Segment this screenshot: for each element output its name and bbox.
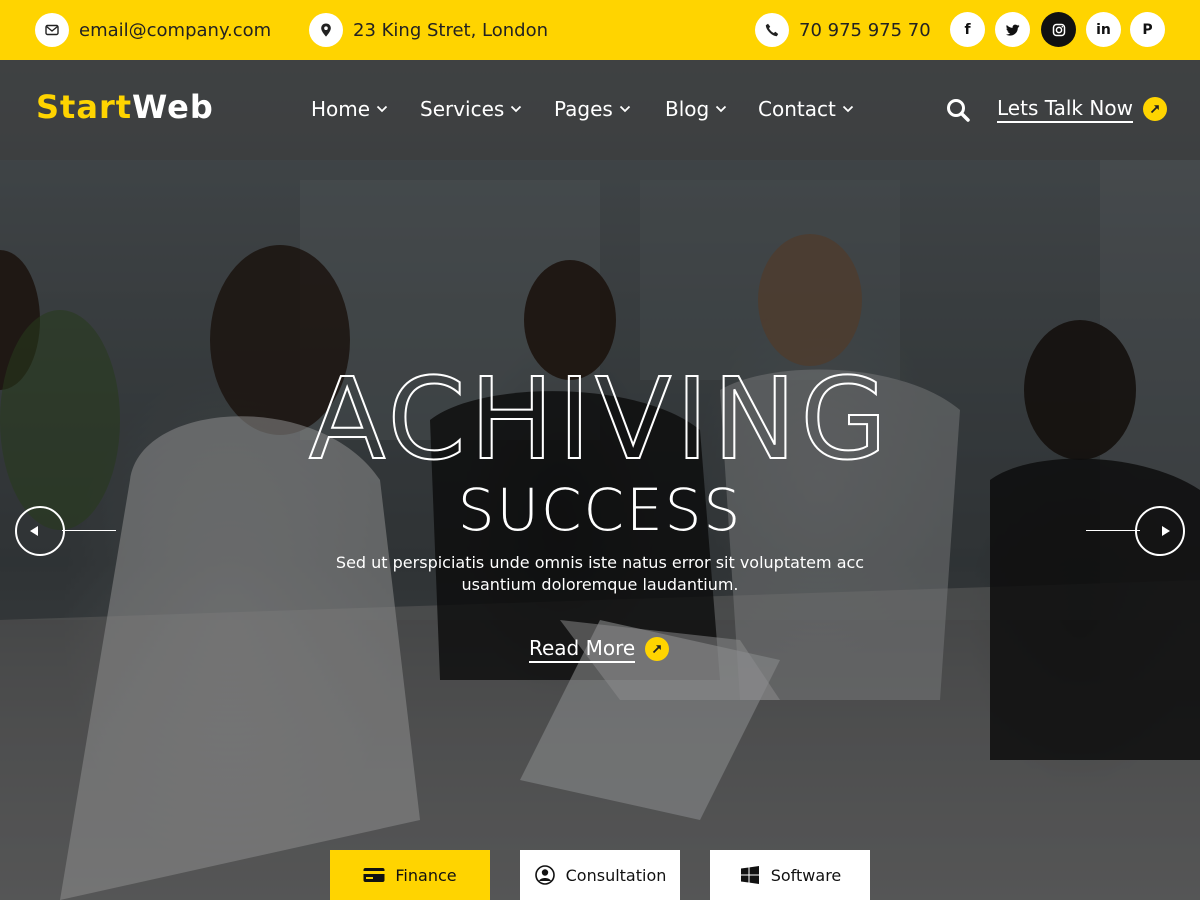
tab-finance[interactable]: Finance bbox=[330, 850, 490, 900]
arrow-left-icon bbox=[30, 526, 38, 536]
nav-item-contact[interactable]: Contact bbox=[758, 95, 854, 123]
chevron-down-icon bbox=[619, 105, 630, 113]
arrow-right-icon bbox=[1162, 526, 1170, 536]
hero-headline-solid: SUCCESS bbox=[457, 476, 743, 544]
email-text: email@company.com bbox=[79, 19, 272, 41]
slider-prev-button[interactable] bbox=[15, 506, 65, 556]
arrow-up-right-icon bbox=[645, 637, 670, 661]
windows-icon bbox=[739, 864, 761, 886]
nav-item-label: Pages bbox=[554, 97, 613, 121]
facebook-icon[interactable]: f bbox=[950, 12, 985, 47]
nav-item-label: Services bbox=[420, 97, 505, 121]
credit-card-icon bbox=[363, 864, 385, 886]
read-more-label: Read More bbox=[529, 636, 636, 663]
slider-prev-line bbox=[62, 530, 116, 531]
twitter-icon[interactable] bbox=[995, 12, 1030, 47]
phone-icon bbox=[755, 13, 789, 47]
tab-label: Consultation bbox=[565, 865, 667, 885]
email-contact[interactable]: email@company.com bbox=[35, 11, 271, 49]
nav-item-label: Blog bbox=[665, 97, 710, 121]
nav-item-pages[interactable]: Pages bbox=[554, 95, 631, 123]
nav-item-services[interactable]: Services bbox=[420, 95, 522, 123]
chevron-down-icon bbox=[842, 105, 853, 113]
nav-item-home[interactable]: Home bbox=[311, 95, 388, 123]
logo-part-web: Web bbox=[132, 88, 214, 126]
tab-consultation[interactable]: Consultation bbox=[520, 850, 680, 900]
cta-label: Lets Talk Now bbox=[997, 96, 1133, 123]
hero-headline-outline: ACHIVING bbox=[308, 358, 891, 478]
read-more-button[interactable]: Read More bbox=[529, 634, 670, 664]
site-logo[interactable]: StartWeb bbox=[36, 88, 214, 126]
tab-software[interactable]: Software bbox=[710, 850, 870, 900]
envelope-icon bbox=[35, 13, 69, 47]
nav-item-blog[interactable]: Blog bbox=[665, 95, 727, 123]
user-circle-icon bbox=[534, 864, 556, 886]
phone-text: 70 975 975 70 bbox=[799, 19, 931, 41]
lets-talk-now-button[interactable]: Lets Talk Now bbox=[997, 94, 1167, 124]
pinterest-icon[interactable]: P bbox=[1130, 12, 1165, 47]
hero-description: Sed ut perspiciatis unde omnis iste natu… bbox=[335, 553, 865, 594]
linkedin-icon[interactable]: in bbox=[1086, 12, 1121, 47]
address-contact: 23 King Stret, London bbox=[309, 11, 548, 49]
arrow-up-right-icon bbox=[1142, 97, 1167, 121]
logo-part-start: Start bbox=[36, 88, 133, 126]
tab-label: Finance bbox=[395, 865, 457, 885]
instagram-icon[interactable] bbox=[1041, 12, 1076, 47]
chevron-down-icon bbox=[716, 105, 727, 113]
map-pin-icon bbox=[309, 13, 343, 47]
chevron-down-icon bbox=[376, 105, 388, 113]
top-bar: email@company.com 23 King Stret, London … bbox=[0, 0, 1200, 60]
address-text: 23 King Stret, London bbox=[353, 19, 549, 41]
search-icon[interactable] bbox=[944, 96, 972, 124]
slider-next-line bbox=[1086, 530, 1140, 531]
nav-item-label: Home bbox=[311, 97, 371, 121]
nav-item-label: Contact bbox=[758, 97, 836, 121]
phone-contact[interactable]: 70 975 975 70 bbox=[755, 11, 931, 49]
chevron-down-icon bbox=[511, 105, 522, 113]
slider-next-button[interactable] bbox=[1135, 506, 1185, 556]
tab-label: Software bbox=[770, 865, 842, 885]
headline-outline-text: ACHIVING bbox=[309, 358, 891, 478]
